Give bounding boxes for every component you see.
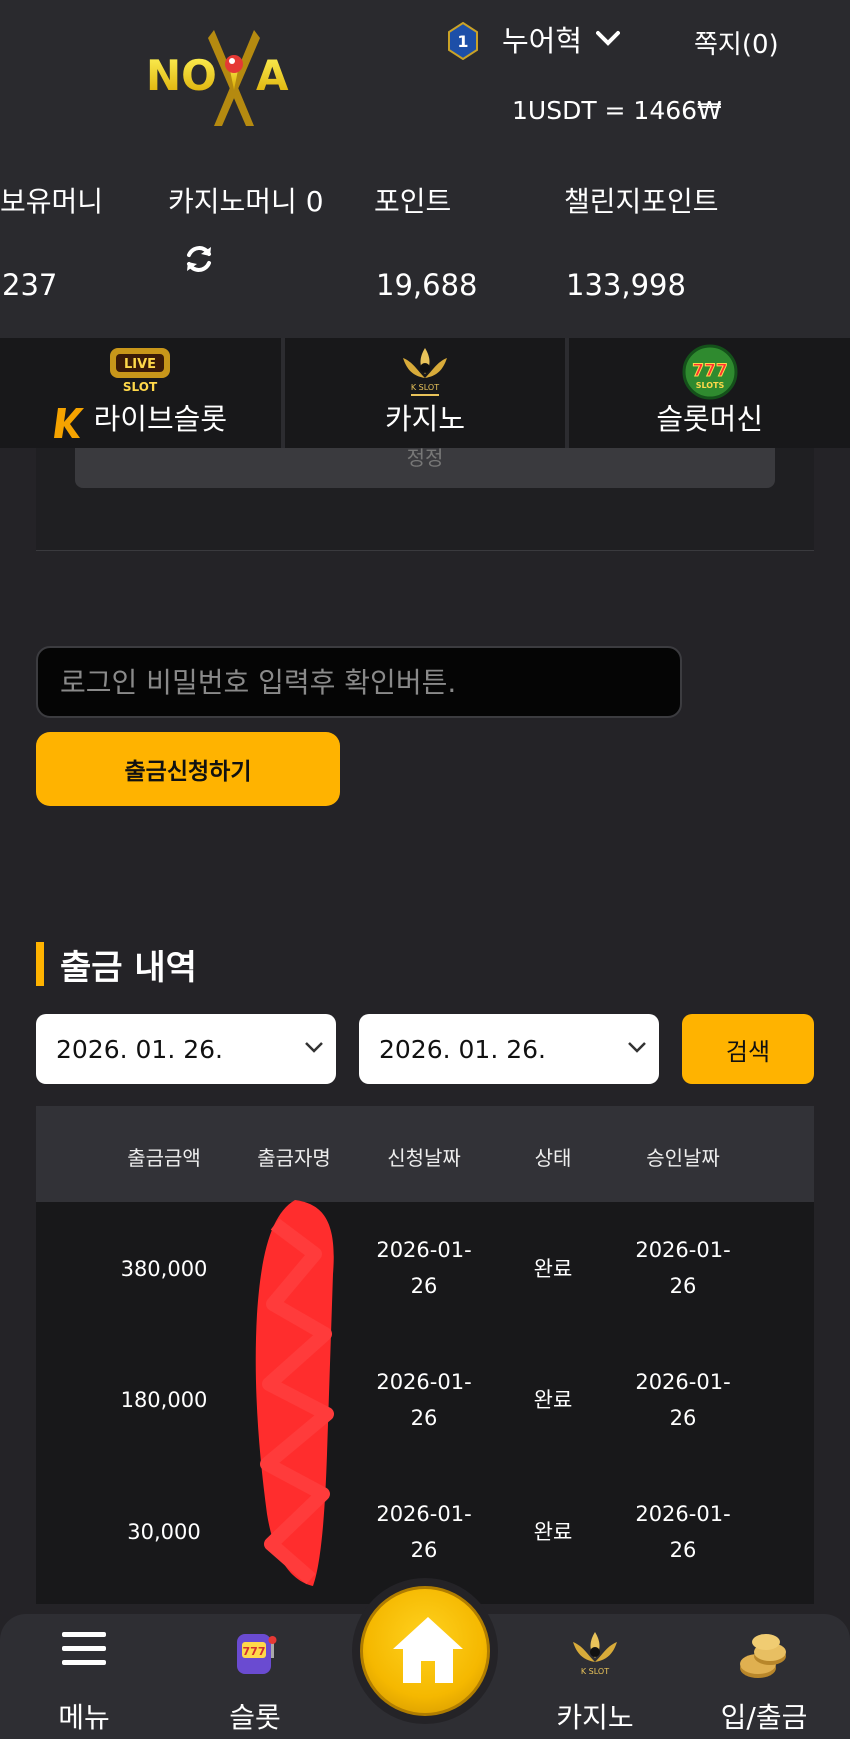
home-icon [393, 1617, 463, 1683]
cell-request-date: 2026-01- [376, 1370, 472, 1394]
cell-approve-date-day: 26 [669, 1274, 697, 1298]
tab-slot-machine[interactable]: 777 SLOTS 슬롯머신 [565, 338, 850, 448]
cell-approve-date: 2026-01- [635, 1238, 731, 1262]
svg-text:777: 777 [692, 361, 728, 381]
cell-amount: 30,000 [127, 1520, 201, 1544]
svg-text:1: 1 [457, 32, 468, 51]
cell-request-date: 2026-01- [376, 1502, 472, 1526]
cell-amount: 380,000 [120, 1257, 208, 1281]
cell-approve-date: 2026-01- [635, 1370, 731, 1394]
cell-request-date-day: 26 [410, 1538, 438, 1562]
live-slot-icon: LIVE SLOT [110, 348, 171, 394]
svg-text:LIVE: LIVE [124, 357, 156, 372]
cell-status: 완료 [533, 1388, 573, 1412]
cell-amount: 180,000 [120, 1388, 208, 1412]
svg-text:K SLOT: K SLOT [411, 383, 439, 392]
nova-logo[interactable]: NO A [146, 28, 322, 128]
home-button[interactable] [360, 1586, 490, 1716]
svg-text:K SLOT: K SLOT [581, 1667, 609, 1676]
balance-label-casino: 카지노머니 0 [168, 185, 324, 218]
cell-status: 완료 [533, 1257, 573, 1281]
nav-menu[interactable]: 메뉴 [14, 1614, 154, 1739]
chevron-down-icon [305, 1042, 323, 1053]
search-button[interactable]: 검색 [682, 1014, 814, 1084]
nav-label: 슬롯 [229, 1701, 281, 1734]
coins-icon [740, 1634, 786, 1678]
date-to-select[interactable]: 2026. 01. 26. [359, 1014, 659, 1084]
chevron-down-icon [628, 1042, 646, 1053]
nav-casino[interactable]: K SLOT 카지노 [525, 1614, 665, 1739]
password-input[interactable] [36, 646, 682, 718]
col-amount: 출금금액 [127, 1146, 201, 1170]
nav-label: 카지노 [556, 1701, 634, 1734]
svg-text:NO: NO [146, 51, 217, 100]
col-status: 상태 [534, 1146, 572, 1170]
exchange-rate: 1USDT = 1466₩ [512, 96, 722, 125]
withdraw-history-table: 출금금액 출금자명 신청날짜 상태 승인날짜 380,000 2026-01- … [36, 1106, 814, 1604]
cell-status: 완료 [533, 1520, 573, 1544]
tab-live-slot[interactable]: LIVE SLOT 라이브슬롯 [0, 338, 281, 448]
section-title: 출금 내역 [60, 948, 197, 988]
balance-value-point: 19,688 [376, 268, 478, 302]
nav-slot[interactable]: 777 슬롯 [185, 1614, 325, 1739]
balance-label-challenge: 챌린지포인트 [564, 185, 719, 218]
cell-approve-date-day: 26 [669, 1538, 697, 1562]
col-request-date: 신청날짜 [387, 1146, 461, 1170]
cell-request-date: 2026-01- [376, 1238, 472, 1262]
cell-approve-date-day: 26 [669, 1406, 697, 1430]
rank-badge: 1 [447, 21, 479, 61]
svg-text:777: 777 [243, 1645, 266, 1658]
tab-casino[interactable]: K SLOT 카지노 [280, 338, 566, 448]
hamburger-icon [62, 1632, 106, 1665]
slot-machine-icon: 777 [237, 1634, 277, 1674]
game-tabs: LIVE SLOT 라이브슬롯 K SLOT 카지노 777 SLOTS 슬롯머… [0, 338, 850, 448]
svg-text:SLOTS: SLOTS [695, 381, 724, 390]
k-slot-icon: K SLOT [403, 348, 447, 396]
date-to-value: 2026. 01. 26. [379, 1034, 546, 1064]
tab-label: 라이브슬롯 [93, 402, 228, 436]
col-name: 출금자명 [257, 1146, 331, 1170]
cell-request-date-day: 26 [410, 1406, 438, 1430]
nav-label: 입/출금 [720, 1701, 808, 1734]
table-header: 출금금액 출금자명 신청날짜 상태 승인날짜 [36, 1106, 814, 1202]
svg-text:A: A [256, 51, 289, 100]
cell-approve-date: 2026-01- [635, 1502, 731, 1526]
k-slot-icon: K SLOT [573, 1632, 617, 1676]
chevron-down-icon[interactable] [596, 30, 620, 46]
balance-value-money: 237 [2, 268, 58, 302]
edit-button[interactable]: 정정 [75, 448, 775, 488]
balance-label-money: 보유머니 [0, 185, 104, 218]
date-from-value: 2026. 01. 26. [56, 1034, 223, 1064]
nav-label: 메뉴 [58, 1701, 110, 1734]
date-from-select[interactable]: 2026. 01. 26. [36, 1014, 336, 1084]
withdraw-submit-button[interactable]: 출금신청하기 [36, 732, 340, 806]
balance-value-challenge: 133,998 [566, 268, 686, 302]
nav-deposit-withdraw[interactable]: 입/출금 [694, 1614, 834, 1739]
svg-text:SLOT: SLOT [123, 380, 158, 394]
balance-label-point: 포인트 [374, 185, 452, 218]
redaction-scribble [255, 1200, 334, 1586]
section-accent-bar [36, 942, 44, 986]
tab-label: 슬롯머신 [656, 402, 764, 436]
refresh-icon[interactable] [182, 242, 216, 276]
tab-label: 카지노 [384, 402, 466, 436]
col-approve-date: 승인날짜 [646, 1146, 720, 1170]
777-slots-icon: 777 SLOTS [682, 344, 738, 400]
cell-request-date-day: 26 [410, 1274, 438, 1298]
username[interactable]: 누어혁 [502, 18, 582, 60]
messages-link[interactable]: 쪽지(0) [694, 24, 779, 61]
